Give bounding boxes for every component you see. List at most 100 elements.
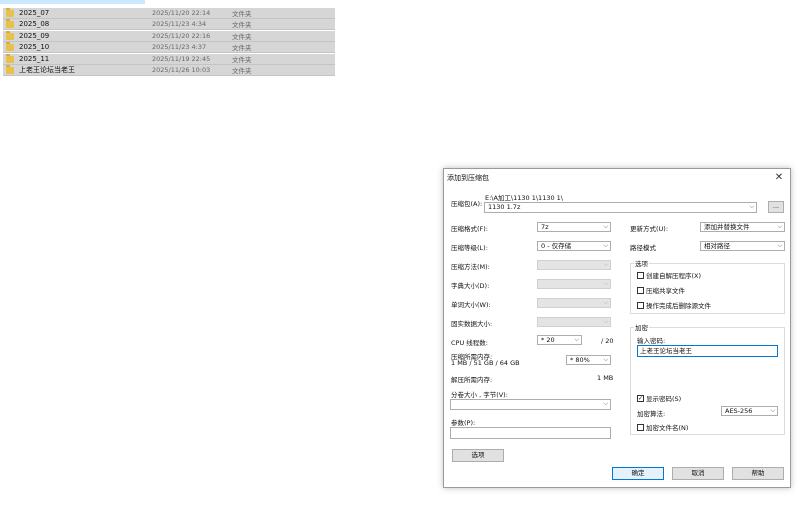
dict-label: 字典大小(D): [451, 282, 490, 290]
file-type: 文件夹 [232, 33, 252, 41]
archive-label: 压缩包(A): [451, 200, 483, 208]
file-name: 2025_08 [19, 20, 50, 28]
add-to-archive-dialog: 添加到压缩包 ✕ 压缩包(A): E:\A加工\1130 1\1130 1\ 1… [443, 168, 791, 488]
mem-comp-select[interactable]: * 80% ⌵ [566, 355, 611, 365]
delete-label: 操作完成后删除源文件 [646, 302, 711, 310]
pathmode-label: 路径模式 [630, 244, 656, 252]
archive-filename: 1130 1.7z [488, 203, 521, 211]
file-type: 文件夹 [232, 67, 252, 75]
close-icon[interactable]: ✕ [772, 171, 786, 184]
archive-path: E:\A加工\1130 1\1130 1\ [485, 194, 563, 202]
file-type: 文件夹 [232, 21, 252, 29]
show-password-checkbox[interactable]: ✓ 显示密码(S) [637, 393, 681, 403]
chevron-down-icon: ⌵ [603, 242, 608, 249]
chevron-down-icon: ⌵ [749, 203, 754, 210]
file-date: 2025/11/23 4:37 [152, 43, 207, 51]
file-date: 2025/11/26 10:03 [152, 66, 211, 74]
dict-select: ⌵ [537, 279, 611, 289]
level-select[interactable]: 0 - 仅存储 ⌵ [537, 241, 611, 251]
update-label: 更新方式(U): [630, 225, 669, 233]
sfx-label: 创建自解压程序(X) [646, 272, 702, 280]
folder-icon [6, 64, 14, 74]
delete-checkbox[interactable]: 操作完成后删除源文件 [637, 300, 711, 310]
file-name: 2025_10 [19, 43, 50, 51]
encrypt-method-label: 加密算法: [637, 410, 666, 418]
file-name: 2025_09 [19, 32, 50, 40]
update-select[interactable]: 添加并替换文件 ⌵ [700, 222, 785, 232]
file-date: 2025/11/20 22:16 [152, 32, 211, 40]
file-name: 2025_07 [19, 9, 50, 17]
list-item[interactable]: 2025_09 2025/11/20 22:16 文件夹 [3, 30, 335, 42]
checkmark-icon: ✓ [637, 394, 644, 402]
sfx-checkbox[interactable]: 创建自解压程序(X) [637, 270, 701, 280]
chevron-down-icon: ⌵ [574, 336, 579, 343]
list-item[interactable]: 2025_07 2025/11/20 22:14 文件夹 [3, 7, 335, 19]
shared-label: 压缩共享文件 [646, 287, 685, 295]
pathmode-select[interactable]: 相对路径 ⌵ [700, 241, 785, 251]
pathmode-value: 相对路径 [704, 242, 730, 250]
mem-comp-detail: 1 MB / 51 GB / 64 GB [451, 359, 520, 367]
chevron-down-icon: ⌵ [603, 280, 608, 287]
method-select: ⌵ [537, 260, 611, 270]
params-label: 参数(P): [451, 419, 476, 427]
encrypt-method-select[interactable]: AES-256 ⌵ [721, 406, 778, 416]
format-label: 压缩格式(F): [451, 225, 489, 233]
list-item[interactable]: 2025_08 2025/11/23 4:34 文件夹 [3, 18, 335, 30]
folder-icon [6, 7, 14, 17]
title-bar[interactable]: 添加到压缩包 ✕ [444, 169, 790, 186]
chevron-down-icon: ⌵ [777, 242, 782, 249]
solid-select: ⌵ [537, 317, 611, 327]
split-combo[interactable]: ⌵ [450, 399, 611, 410]
chevron-down-icon: ⌵ [603, 318, 608, 325]
file-type: 文件夹 [232, 56, 252, 64]
format-select[interactable]: 7z ⌵ [537, 222, 611, 232]
options-button[interactable]: 选项 [452, 449, 504, 462]
file-name: 上老王论坛当老王 [19, 66, 75, 74]
encryption-group-title: 加密 [634, 322, 649, 332]
mem-comp-value: * 80% [570, 356, 590, 364]
level-label: 压缩等级(L): [451, 244, 488, 252]
archive-filename-combo[interactable]: 1130 1.7z ⌵ [484, 202, 757, 213]
list-item[interactable]: 2025_11 2025/11/19 22:45 文件夹 [3, 53, 335, 65]
options-group-title: 选项 [634, 258, 649, 268]
mem-decomp-value: 1 MB [597, 374, 614, 382]
method-label: 压缩方法(M): [451, 263, 490, 271]
format-value: 7z [541, 223, 549, 231]
update-value: 添加并替换文件 [704, 223, 750, 231]
mem-decomp-label: 解压所需内存: [451, 376, 493, 384]
password-input[interactable]: 上老王论坛当老王 [637, 345, 778, 357]
folder-icon [6, 18, 14, 28]
word-label: 单词大小(W): [451, 301, 491, 309]
folder-icon [6, 30, 14, 40]
cancel-button[interactable]: 取消 [672, 467, 724, 480]
cpu-select[interactable]: * 20 ⌵ [537, 335, 582, 345]
checkbox-icon [637, 271, 644, 279]
chevron-down-icon: ⌵ [603, 356, 608, 363]
file-date: 2025/11/23 4:34 [152, 20, 207, 28]
list-item[interactable]: 2025_10 2025/11/23 4:37 文件夹 [3, 41, 335, 53]
checkbox-icon [637, 301, 644, 309]
help-button[interactable]: 帮助 [732, 467, 784, 480]
shared-checkbox[interactable]: 压缩共享文件 [637, 285, 685, 295]
chevron-down-icon: ⌵ [777, 223, 782, 230]
checkbox-icon [637, 286, 644, 294]
checkbox-icon [637, 423, 644, 431]
show-password-label: 显示密码(S) [646, 395, 682, 403]
chevron-down-icon: ⌵ [603, 299, 608, 306]
chevron-down-icon: ⌵ [770, 407, 775, 414]
password-label: 输入密码: [637, 337, 666, 345]
encrypt-names-label: 加密文件名(N) [646, 424, 689, 432]
dialog-title: 添加到压缩包 [447, 173, 489, 182]
encrypt-names-checkbox[interactable]: 加密文件名(N) [637, 422, 688, 432]
ok-button[interactable]: 确定 [612, 467, 664, 480]
file-date: 2025/11/19 22:45 [152, 55, 211, 63]
list-item[interactable]: 上老王论坛当老王 2025/11/26 10:03 文件夹 [3, 64, 335, 76]
chevron-down-icon: ⌵ [603, 400, 608, 407]
browse-button[interactable]: ... [768, 201, 784, 213]
chevron-down-icon: ⌵ [603, 223, 608, 230]
file-name: 2025_11 [19, 55, 50, 63]
params-input[interactable] [450, 427, 611, 439]
split-label: 分卷大小 , 字节(V): [451, 391, 508, 399]
file-date: 2025/11/20 22:14 [152, 9, 211, 17]
solid-label: 固实数据大小: [451, 320, 493, 328]
